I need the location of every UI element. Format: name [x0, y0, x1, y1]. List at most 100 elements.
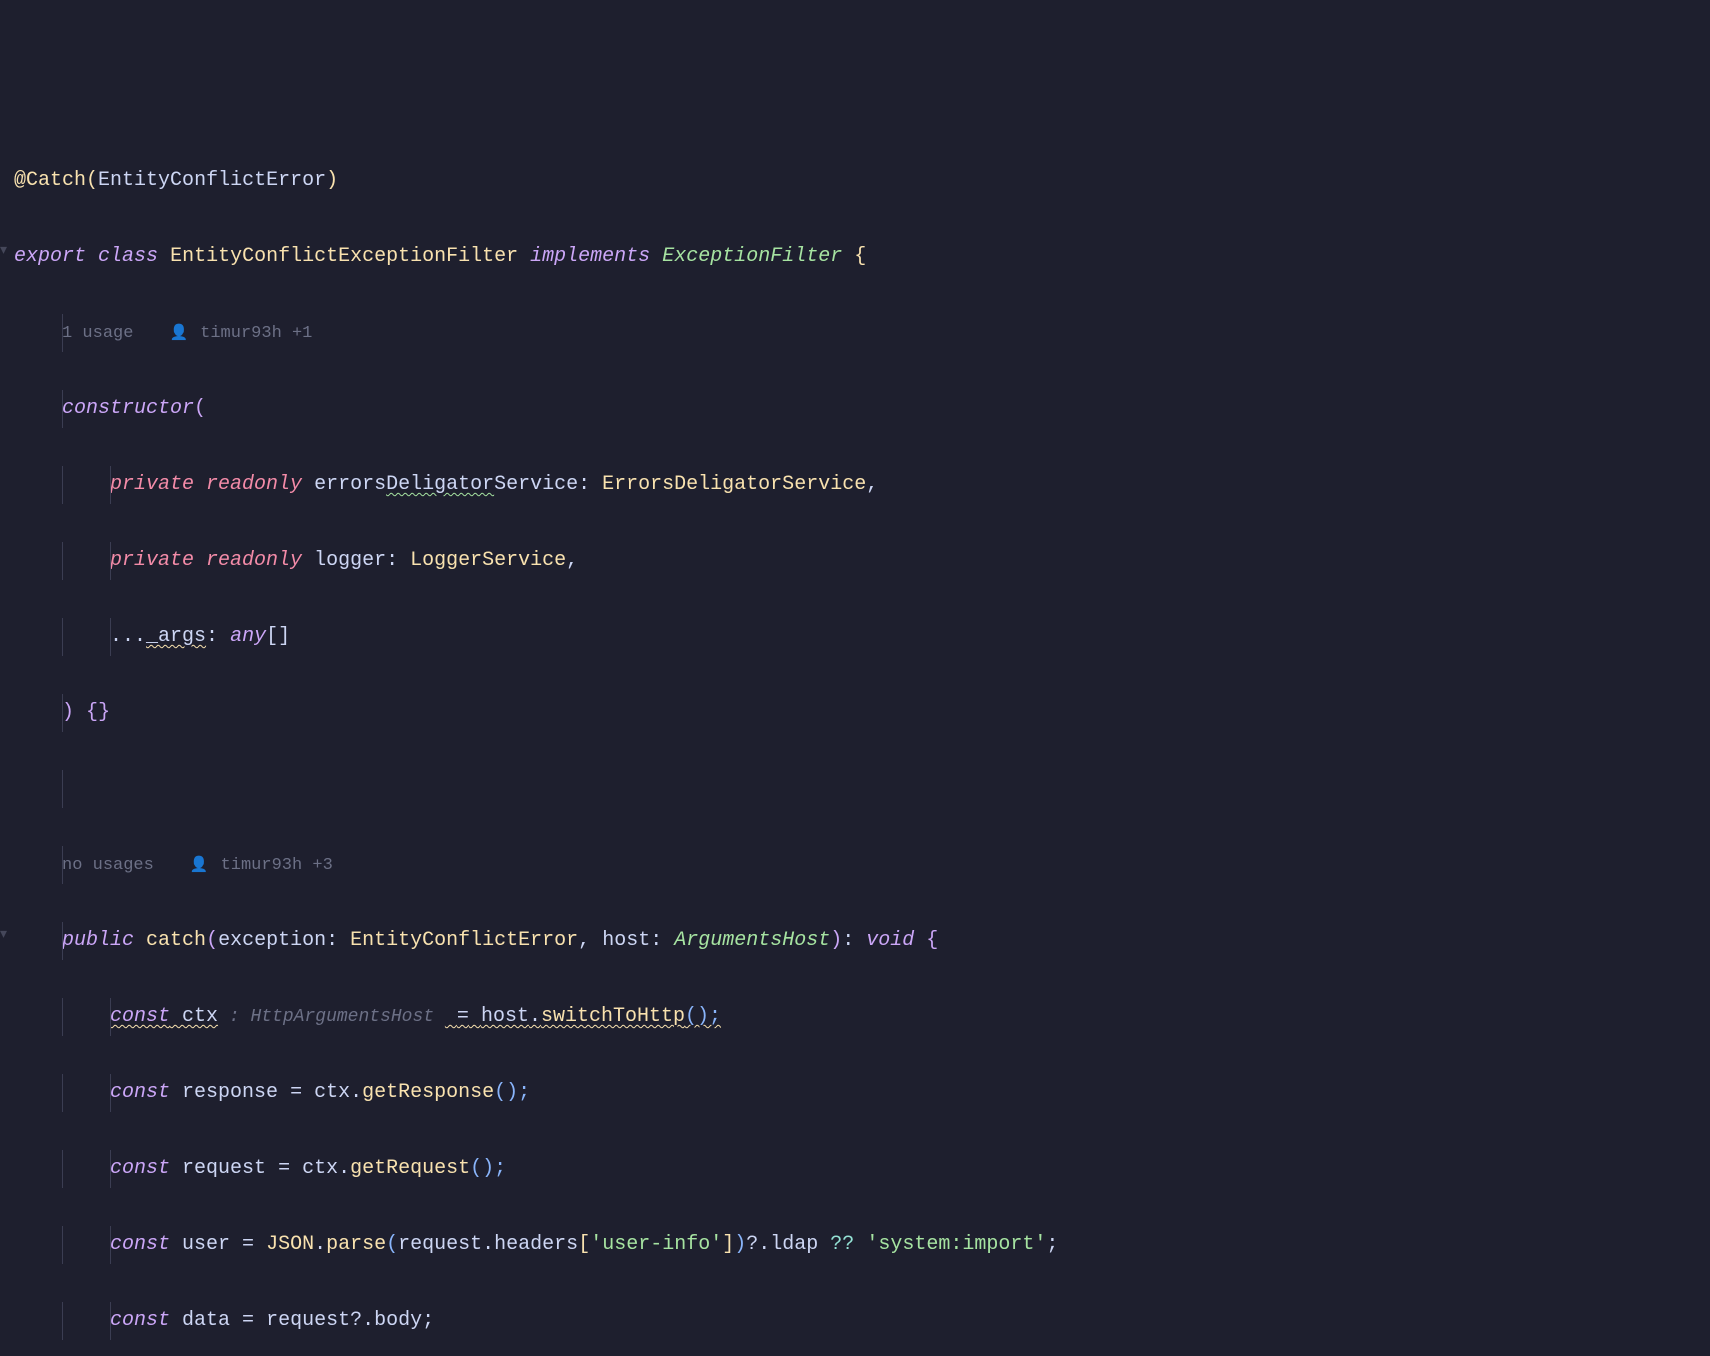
parens: (); — [685, 1005, 721, 1028]
param-name-suffix: Service — [494, 473, 578, 496]
eq: = — [290, 1081, 302, 1104]
paren-close: ) — [62, 701, 74, 724]
varname: ctx — [170, 1005, 218, 1028]
ldap-prop: ldap — [770, 1233, 830, 1256]
optional-chain: ?. — [746, 1233, 770, 1256]
class-name: EntityConflictExceptionFilter — [170, 245, 518, 268]
code-line-data[interactable]: const data = request?.body; — [0, 1302, 1710, 1340]
dot: . — [350, 1081, 362, 1104]
comma: , — [566, 549, 578, 572]
const-keyword: const — [110, 1005, 170, 1028]
nullish-operator: ?? — [830, 1233, 854, 1256]
sp — [302, 1081, 314, 1104]
bracket-open: [ — [578, 1233, 590, 1256]
code-line-blank[interactable] — [0, 770, 1710, 808]
dot: . — [482, 1233, 494, 1256]
code-line-inlay-hints[interactable]: 1 usage 👤 timur93h +1 — [0, 314, 1710, 352]
error-type: EntityConflictError — [98, 169, 326, 192]
const-keyword: const — [110, 1157, 170, 1180]
semicolon: ; — [422, 1309, 434, 1332]
sp — [445, 1005, 457, 1028]
method-call: switchToHttp — [541, 1005, 685, 1028]
obj: ctx — [314, 1081, 350, 1104]
param2: host — [602, 929, 650, 952]
parens: (); — [494, 1081, 530, 1104]
eq: = — [278, 1157, 290, 1180]
class-keyword: class — [98, 245, 158, 268]
colon: : — [326, 929, 350, 952]
code-line-constructor-close[interactable]: ) {} — [0, 694, 1710, 732]
type2: ArgumentsHost — [674, 929, 830, 952]
paren-open: ( — [386, 1233, 398, 1256]
code-line-user[interactable]: const user = JSON.parse(request.headers[… — [0, 1226, 1710, 1264]
optional-chain: ?. — [350, 1309, 374, 1332]
code-line-response[interactable]: const response = ctx.getResponse(); — [0, 1074, 1710, 1112]
code-line-request[interactable]: const request = ctx.getRequest(); — [0, 1150, 1710, 1188]
parse-call: parse — [326, 1233, 386, 1256]
varname: request — [170, 1157, 278, 1180]
code-line-param1[interactable]: private readonly errorsDeligatorService:… — [0, 466, 1710, 504]
param-name-prefix: errors — [314, 473, 386, 496]
dot: . — [314, 1233, 326, 1256]
const-keyword: const — [110, 1309, 170, 1332]
semicolon: ; — [1046, 1233, 1058, 1256]
fallback-string: 'system:import' — [866, 1233, 1046, 1256]
colon: : — [650, 929, 674, 952]
colon: : — [386, 549, 410, 572]
person-icon: 👤 — [169, 325, 188, 342]
code-line-inlay-hints2[interactable]: no usages 👤 timur93h +3 — [0, 846, 1710, 884]
paren-close: ) — [734, 1233, 746, 1256]
readonly-modifier: readonly — [206, 549, 302, 572]
return-colon: : — [842, 929, 866, 952]
paren-open: ( — [86, 169, 98, 192]
constructor-keyword: constructor — [62, 397, 194, 420]
code-line-method-decl[interactable]: ▾ public catch(exception: EntityConflict… — [0, 922, 1710, 960]
paren-open: ( — [206, 929, 218, 952]
usage-hint[interactable]: 1 usage — [62, 324, 133, 343]
decorator-at: @ — [14, 169, 26, 192]
request-obj: request — [398, 1233, 482, 1256]
fold-icon[interactable]: ▾ — [0, 922, 12, 949]
code-line-decorator[interactable]: @Catch(EntityConflictError) — [0, 162, 1710, 200]
obj: host — [481, 1005, 529, 1028]
brackets: [] — [266, 625, 290, 648]
const-keyword: const — [110, 1081, 170, 1104]
private-modifier: private — [110, 549, 194, 572]
any-type: any — [230, 625, 266, 648]
colon: : — [206, 625, 230, 648]
param1: exception — [218, 929, 326, 952]
method-call: getRequest — [350, 1157, 470, 1180]
obj: ctx — [302, 1157, 338, 1180]
sp — [290, 1157, 302, 1180]
private-modifier: private — [110, 473, 194, 496]
code-line-constructor[interactable]: constructor( — [0, 390, 1710, 428]
const-keyword: const — [110, 1233, 170, 1256]
author-hint[interactable]: timur93h +3 — [221, 856, 333, 875]
headers-prop: headers — [494, 1233, 578, 1256]
request-obj: request — [266, 1309, 350, 1332]
body-prop: body — [374, 1309, 422, 1332]
usage-hint[interactable]: no usages — [62, 856, 154, 875]
code-line-ctx[interactable]: const ctx : HttpArgumentsHost = host.swi… — [0, 998, 1710, 1036]
sp — [254, 1233, 266, 1256]
param-name-squiggle: Deligator — [386, 473, 494, 496]
comma: , — [866, 473, 878, 496]
sp — [469, 1005, 481, 1028]
args-param: _args — [146, 625, 206, 648]
eq: = — [242, 1233, 254, 1256]
eq: = — [457, 1005, 469, 1028]
author-hint[interactable]: timur93h +1 — [200, 324, 312, 343]
type1: EntityConflictError — [350, 929, 578, 952]
varname: response — [170, 1081, 290, 1104]
fold-icon[interactable]: ▾ — [0, 238, 12, 265]
param-type: ErrorsDeligatorService — [602, 473, 866, 496]
code-line-class-decl[interactable]: ▾export class EntityConflictExceptionFil… — [0, 238, 1710, 276]
parens: (); — [470, 1157, 506, 1180]
brace-open: { — [842, 245, 866, 268]
varname: data — [170, 1309, 242, 1332]
sp — [254, 1309, 266, 1332]
code-line-param2[interactable]: private readonly logger: LoggerService, — [0, 542, 1710, 580]
eq: = — [242, 1309, 254, 1332]
type-inlay: : HttpArgumentsHost — [218, 1007, 445, 1027]
code-line-param3[interactable]: ..._args: any[] — [0, 618, 1710, 656]
